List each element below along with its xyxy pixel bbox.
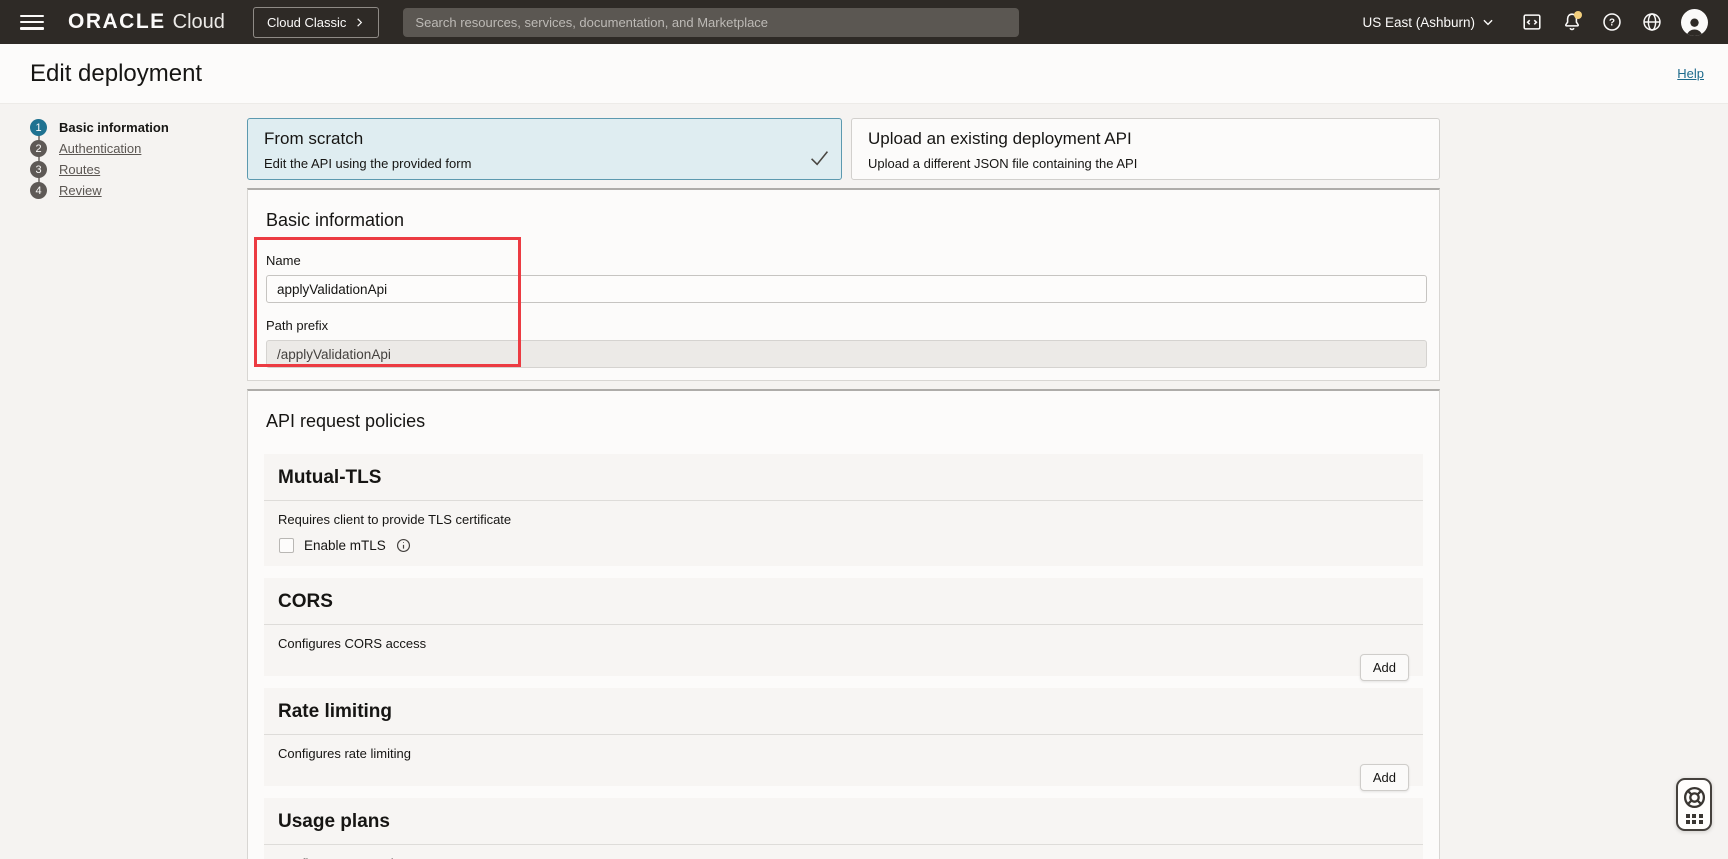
step-routes[interactable]: 3 Routes [30,159,247,180]
policy-description: Requires client to provide TLS certifica… [278,512,1409,527]
step-number-badge: 2 [30,140,47,157]
step-label: Basic information [59,120,169,135]
section-heading: API request policies [266,411,1423,432]
oracle-cloud-logo[interactable]: ORACLE Cloud [68,10,225,34]
step-review[interactable]: 4 Review [30,180,247,201]
page-title: Edit deployment [30,60,202,88]
policy-title: Usage plans [264,798,1423,845]
brand-cloud-text: Cloud [173,11,225,34]
option-title: From scratch [264,129,825,149]
option-subtitle: Edit the API using the provided form [264,156,825,171]
step-basic-information[interactable]: 1 Basic information [30,117,247,138]
page-header: Edit deployment Help [0,44,1728,104]
dots-grid-icon [1686,814,1703,825]
policy-mutual-tls: Mutual-TLS Requires client to provide TL… [264,454,1423,566]
info-icon[interactable] [396,538,411,553]
wizard-steps: 1 Basic information 2 Authentication 3 R… [0,104,247,859]
option-title: Upload an existing deployment API [868,129,1423,149]
search-input[interactable] [403,8,1019,37]
main-panel: From scratch Edit the API using the prov… [247,104,1440,859]
life-ring-icon [1682,785,1707,810]
policy-title: Rate limiting [264,688,1423,735]
selected-check-icon [810,150,829,171]
source-option-cards: From scratch Edit the API using the prov… [247,118,1440,180]
step-number-badge: 4 [30,182,47,199]
notification-badge [1574,11,1582,19]
user-avatar[interactable] [1681,9,1708,36]
step-number-badge: 3 [30,161,47,178]
step-authentication[interactable]: 2 Authentication [30,138,247,159]
policy-description: Configures CORS access [278,636,1409,651]
rate-limiting-add-button[interactable]: Add [1360,764,1409,791]
content-area: 1 Basic information 2 Authentication 3 R… [0,104,1728,859]
path-prefix-input [266,340,1427,368]
menu-icon[interactable] [20,15,44,30]
cloud-classic-label: Cloud Classic [267,15,346,30]
path-prefix-label: Path prefix [266,318,1423,333]
region-label: US East (Ashburn) [1362,15,1475,30]
region-selector[interactable]: US East (Ashburn) [1362,15,1495,30]
option-from-scratch[interactable]: From scratch Edit the API using the prov… [247,118,842,180]
cloud-classic-button[interactable]: Cloud Classic [253,7,379,38]
option-upload-existing-api[interactable]: Upload an existing deployment API Upload… [851,118,1440,180]
step-link[interactable]: Review [59,183,102,198]
step-number-badge: 1 [30,119,47,136]
chevron-right-icon [354,17,365,28]
topbar-actions: US East (Ashburn) ? [1362,9,1708,36]
option-subtitle: Upload a different JSON file containing … [868,156,1423,171]
enable-mtls-checkbox[interactable] [279,538,294,553]
policy-usage-plans: Usage plans Configures usage plans Add [264,798,1423,859]
help-icon[interactable]: ? [1601,11,1623,33]
chevron-down-icon [1481,15,1495,29]
cloud-shell-icon[interactable] [1521,11,1543,33]
policy-description: Configures rate limiting [278,746,1409,761]
name-input[interactable] [266,275,1427,303]
enable-mtls-label: Enable mTLS [304,538,386,553]
step-link[interactable]: Authentication [59,141,141,156]
notifications-icon[interactable] [1561,11,1583,33]
policy-title: Mutual-TLS [264,454,1423,501]
name-label: Name [266,253,1423,268]
policy-cors: CORS Configures CORS access Add [264,578,1423,676]
help-link[interactable]: Help [1677,66,1704,81]
cors-add-button[interactable]: Add [1360,654,1409,681]
language-icon[interactable] [1641,11,1663,33]
basic-information-section: Basic information Name Path prefix [247,188,1440,381]
api-request-policies-section: API request policies Mutual-TLS Requires… [247,389,1440,859]
svg-text:?: ? [1609,18,1615,29]
support-launcher-button[interactable] [1676,778,1712,831]
policy-rate-limiting: Rate limiting Configures rate limiting A… [264,688,1423,786]
policy-title: CORS [264,578,1423,625]
step-link[interactable]: Routes [59,162,100,177]
section-heading: Basic information [266,210,1423,231]
brand-oracle-text: ORACLE [68,10,166,34]
top-navigation-bar: ORACLE Cloud Cloud Classic US East (Ashb… [0,0,1728,44]
